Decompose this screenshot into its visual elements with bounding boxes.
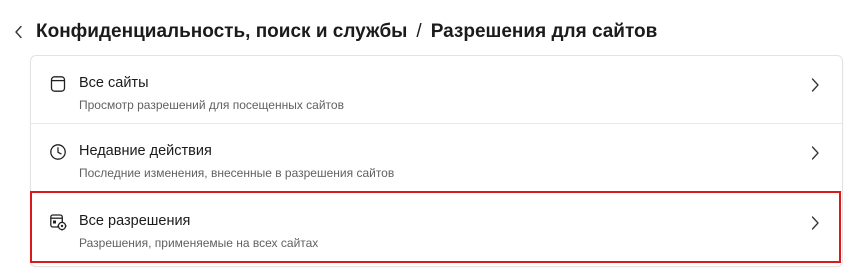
all-permissions-subtitle: Разрешения, применяемые на всех сайтах: [79, 236, 319, 250]
all-sites-subtitle: Просмотр разрешений для посещенных сайто…: [79, 98, 344, 112]
breadcrumb: Конфиденциальность, поиск и службы / Раз…: [36, 21, 657, 43]
recent-activity-row[interactable]: Недавние действия Последние изменения, в…: [31, 124, 842, 191]
all-sites-title: Все сайты: [79, 75, 149, 91]
page-title: Разрешения для сайтов: [430, 21, 658, 42]
chevron-right-icon: [811, 78, 819, 92]
chevron-left-icon: [15, 25, 22, 39]
chevron-right-icon: [811, 146, 819, 160]
breadcrumb-parent-link[interactable]: Конфиденциальность, поиск и службы: [36, 21, 407, 43]
all-permissions-title: Все разрешения: [79, 213, 191, 229]
breadcrumb-separator: /: [416, 21, 422, 42]
row-divider: [31, 191, 842, 192]
recent-activity-subtitle: Последние изменения, внесенные в разреше…: [79, 166, 395, 180]
clock-icon: [50, 144, 66, 160]
settings-card: Все сайты Просмотр разрешений для посеще…: [30, 55, 843, 267]
recent-activity-title: Недавние действия: [79, 143, 212, 159]
permissions-settings-icon: [50, 214, 67, 231]
chevron-right-icon: [811, 216, 819, 230]
all-sites-row[interactable]: Все сайты Просмотр разрешений для посеще…: [31, 56, 842, 123]
page-header: Конфиденциальность, поиск и службы / Раз…: [0, 14, 851, 50]
back-button[interactable]: [8, 20, 30, 44]
all-permissions-row[interactable]: Все разрешения Разрешения, применяемые н…: [31, 194, 842, 261]
browser-window-icon: [50, 76, 66, 92]
